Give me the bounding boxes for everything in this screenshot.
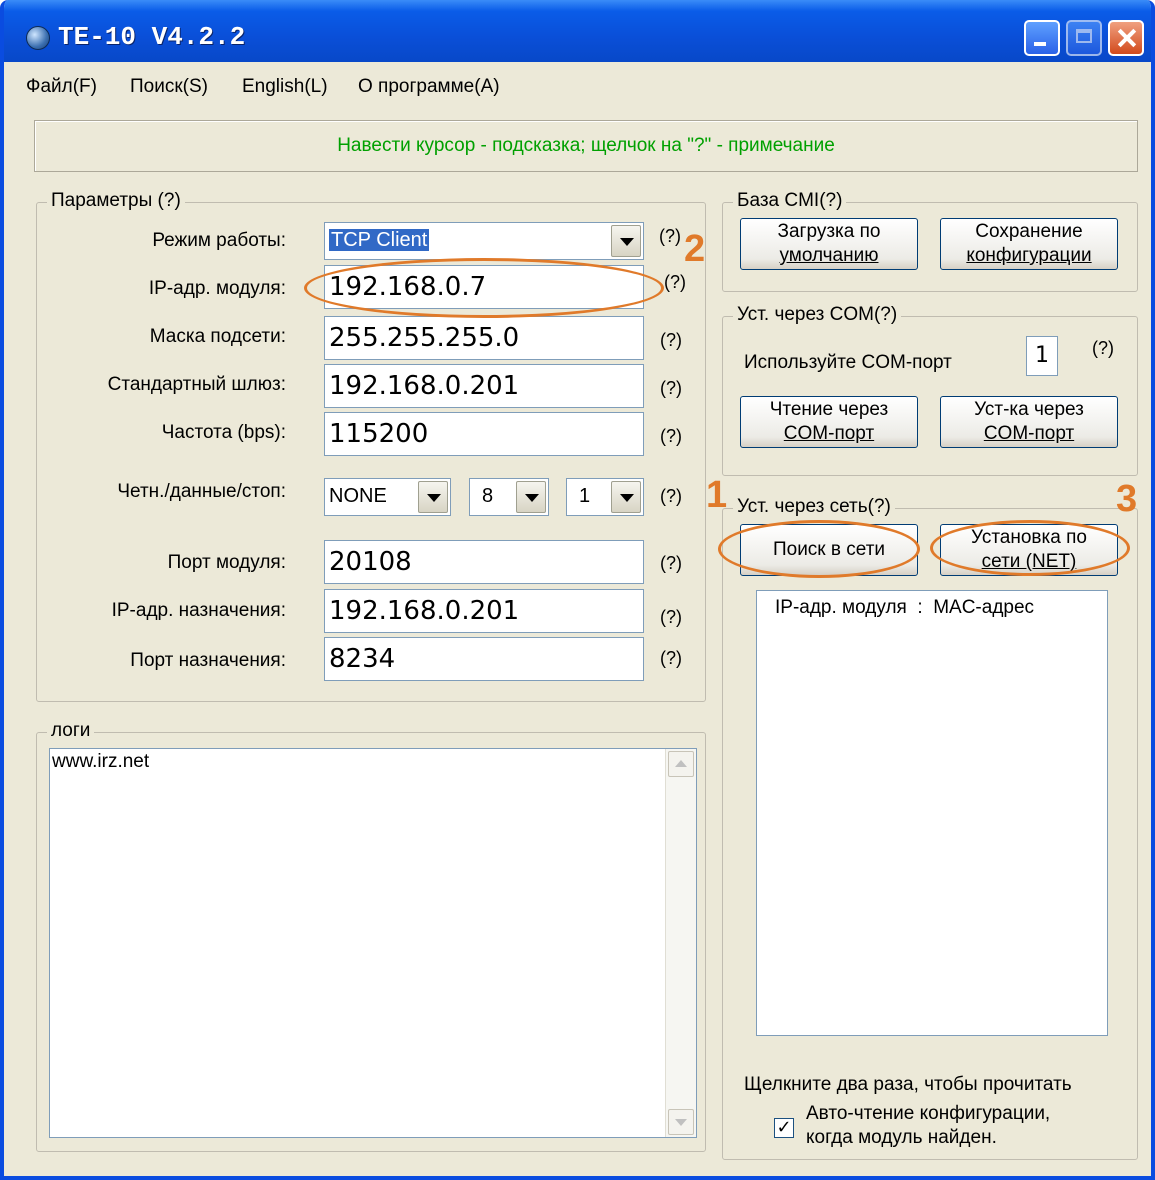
save-config-line2: конфигурации <box>966 245 1092 266</box>
load-default-button[interactable]: Загрузка по умолчанию <box>740 218 918 270</box>
window-title: TE-10 V4.2.2 <box>58 22 246 52</box>
set-network-button[interactable]: Установка по сети (NET) <box>940 524 1118 576</box>
mode-value: TCP Client <box>329 229 430 251</box>
chevron-down-icon[interactable] <box>611 225 641 257</box>
auto-read-label: Авто-чтение конфигурации, когда модуль н… <box>806 1102 1050 1150</box>
read-com-button[interactable]: Чтение через COM-порт <box>740 396 918 448</box>
mask-field[interactable]: 255.255.255.0 <box>324 316 644 360</box>
menu-english[interactable]: English(L) <box>242 76 328 98</box>
mode-label: Режим работы: <box>152 230 286 251</box>
chevron-down-icon[interactable] <box>611 481 641 513</box>
minimize-button[interactable] <box>1024 20 1060 56</box>
mask-help[interactable]: (?) <box>660 330 682 351</box>
menu-search[interactable]: Поиск(S) <box>130 76 208 98</box>
dest-ip-help[interactable]: (?) <box>660 607 682 628</box>
data-bits-value: 8 <box>482 485 494 507</box>
callout-number-2: 2 <box>684 228 706 270</box>
dest-port-label: Порт назначения: <box>130 650 286 671</box>
com-port-label: Используйте COM-порт <box>744 352 952 373</box>
set-network-line1: Установка по <box>971 527 1087 548</box>
auto-read-line1: Авто-чтение конфигурации, <box>806 1103 1051 1124</box>
chevron-down-icon[interactable] <box>418 481 448 513</box>
mode-select[interactable]: TCP Client <box>324 222 644 260</box>
ip-label: IP-адр. модуля: <box>148 278 286 299</box>
search-network-label: Поиск в сети <box>772 539 886 560</box>
device-list-header: IP-адр. модуля : MAC-адрес <box>775 597 1035 618</box>
baud-label: Частота (bps): <box>161 422 286 443</box>
close-button[interactable] <box>1108 20 1144 56</box>
title-bar[interactable]: TE-10 V4.2.2 <box>4 0 1151 62</box>
logs-group-label: логи <box>47 720 95 742</box>
dest-ip-field[interactable]: 192.168.0.201 <box>324 589 644 633</box>
data-bits-select[interactable]: 8 <box>469 478 549 516</box>
ip-help[interactable]: (?) <box>664 272 686 293</box>
mode-help[interactable]: (?) <box>659 226 681 247</box>
gateway-field[interactable]: 192.168.0.201 <box>324 364 644 408</box>
auto-read-checkbox[interactable]: ✓ <box>774 1118 794 1138</box>
com-port-field[interactable]: 1 <box>1026 336 1058 376</box>
search-network-button[interactable]: Поиск в сети <box>740 524 918 576</box>
baud-field[interactable]: 115200 <box>324 412 644 456</box>
set-com-button[interactable]: Уст-ка через COM-порт <box>940 396 1118 448</box>
gateway-help[interactable]: (?) <box>660 378 682 399</box>
callout-number-1: 1 <box>706 474 728 516</box>
baud-help[interactable]: (?) <box>660 426 682 447</box>
callout-number-3: 3 <box>1116 478 1138 520</box>
auto-read-line2: когда модуль найден. <box>806 1127 997 1148</box>
com-help[interactable]: (?) <box>1092 338 1114 359</box>
maximize-button[interactable] <box>1066 20 1102 56</box>
load-default-line2: умолчанию <box>779 245 879 266</box>
scroll-up-icon[interactable] <box>668 751 694 777</box>
menu-file[interactable]: Файл(F) <box>26 76 97 98</box>
menu-about[interactable]: О программе(A) <box>358 76 500 98</box>
read-com-line2: COM-порт <box>783 423 875 444</box>
set-network-line2: сети (NET) <box>981 551 1077 572</box>
read-com-line1: Чтение через <box>769 399 889 420</box>
app-window: TE-10 V4.2.2 Файл(F) Поиск(S) English(L)… <box>0 0 1155 1180</box>
logs-scrollbar[interactable] <box>665 749 696 1137</box>
port-label: Порт модуля: <box>167 552 286 573</box>
load-default-line1: Загрузка по <box>777 221 881 242</box>
parity-value: NONE <box>329 485 387 507</box>
stop-bits-select[interactable]: 1 <box>566 478 644 516</box>
chevron-down-icon[interactable] <box>516 481 546 513</box>
params-group-label: Параметры (?) <box>47 190 185 212</box>
port-help[interactable]: (?) <box>660 553 682 574</box>
port-field[interactable]: 20108 <box>324 540 644 584</box>
dest-ip-label: IP-адр. назначения: <box>111 600 286 621</box>
hint-bar: Навести курсор - подсказка; щелчок на "?… <box>34 120 1138 172</box>
app-icon <box>26 26 50 50</box>
save-config-line1: Сохранение <box>975 221 1083 242</box>
com-group-label: Уст. через COM(?) <box>733 304 902 326</box>
set-com-line2: COM-порт <box>983 423 1075 444</box>
parity-select[interactable]: NONE <box>324 478 451 516</box>
cmi-group-label: База CMI(?) <box>733 190 847 212</box>
double-click-hint: Щелкните два раза, чтобы прочитать <box>744 1074 1072 1095</box>
gateway-label: Стандартный шлюз: <box>107 374 286 395</box>
parity-label: Четн./данные/стоп: <box>117 481 286 502</box>
net-group-label: Уст. через сеть(?) <box>733 496 895 518</box>
stop-bits-value: 1 <box>579 485 591 507</box>
device-list[interactable]: IP-адр. модуля : MAC-адрес <box>756 590 1108 1036</box>
parity-help[interactable]: (?) <box>660 486 682 507</box>
logs-textarea[interactable]: www.irz.net <box>49 748 697 1138</box>
set-com-line1: Уст-ка через <box>974 399 1084 420</box>
menu-bar: Файл(F) Поиск(S) English(L) О программе(… <box>4 62 1151 110</box>
dest-port-help[interactable]: (?) <box>660 648 682 669</box>
scroll-down-icon[interactable] <box>668 1109 694 1135</box>
ip-field[interactable]: 192.168.0.7 <box>324 265 644 309</box>
dest-port-field[interactable]: 8234 <box>324 637 644 681</box>
save-config-button[interactable]: Сохранение конфигурации <box>940 218 1118 270</box>
mask-label: Маска подсети: <box>149 326 286 347</box>
logs-text: www.irz.net <box>52 751 150 772</box>
